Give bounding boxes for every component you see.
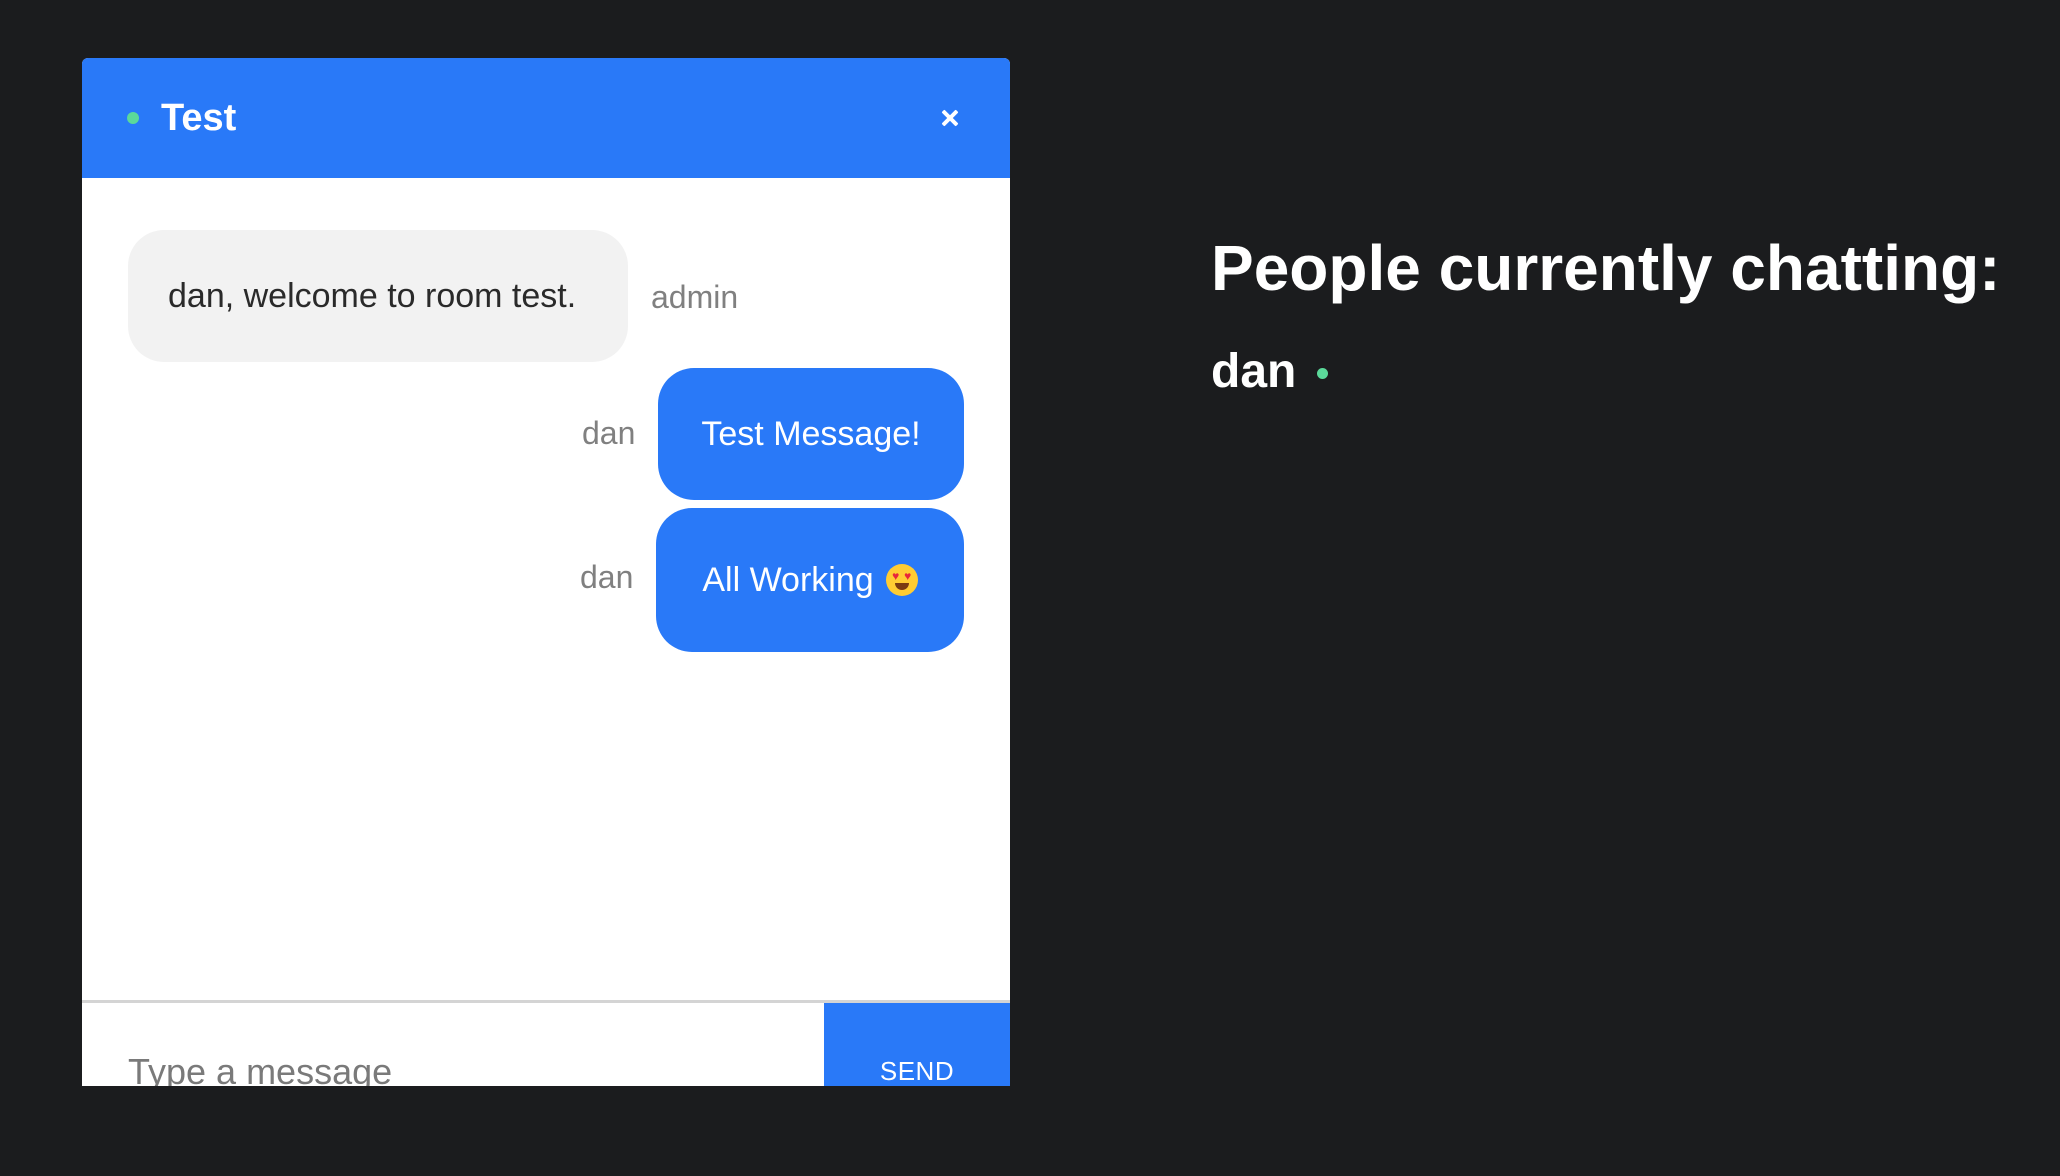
online-status-dot-icon: [1317, 368, 1328, 379]
message-bubble-outgoing: Test Message!: [658, 368, 964, 500]
room-title: Test: [161, 97, 237, 139]
chat-window: Test dan, welcome to room test. admin da…: [82, 58, 1010, 1086]
message-bubble-outgoing: All Working ♥ ♥: [656, 508, 964, 652]
message-text: Test Message!: [701, 415, 921, 453]
message-bubble-incoming: dan, welcome to room test.: [128, 230, 628, 362]
send-button[interactable]: SEND: [824, 1003, 1010, 1086]
people-list-title: People currently chatting:: [1211, 232, 2001, 304]
message-sender: dan: [580, 559, 634, 595]
message-list: dan, welcome to room test. admin dan Tes…: [82, 178, 1010, 1000]
message-sender: admin: [651, 279, 739, 315]
chat-header: Test: [82, 58, 1010, 178]
message-input[interactable]: [82, 1003, 824, 1086]
message-sender: dan: [582, 415, 636, 451]
message-composer: SEND: [82, 1000, 1010, 1086]
close-icon[interactable]: [932, 100, 968, 136]
heart-eyes-emoji-icon: ♥ ♥: [885, 564, 918, 596]
user-name: dan: [1211, 345, 1297, 398]
online-status-dot-icon: [127, 112, 139, 124]
message-text: All Working: [702, 561, 874, 599]
message-text: dan, welcome to room test.: [168, 277, 577, 315]
